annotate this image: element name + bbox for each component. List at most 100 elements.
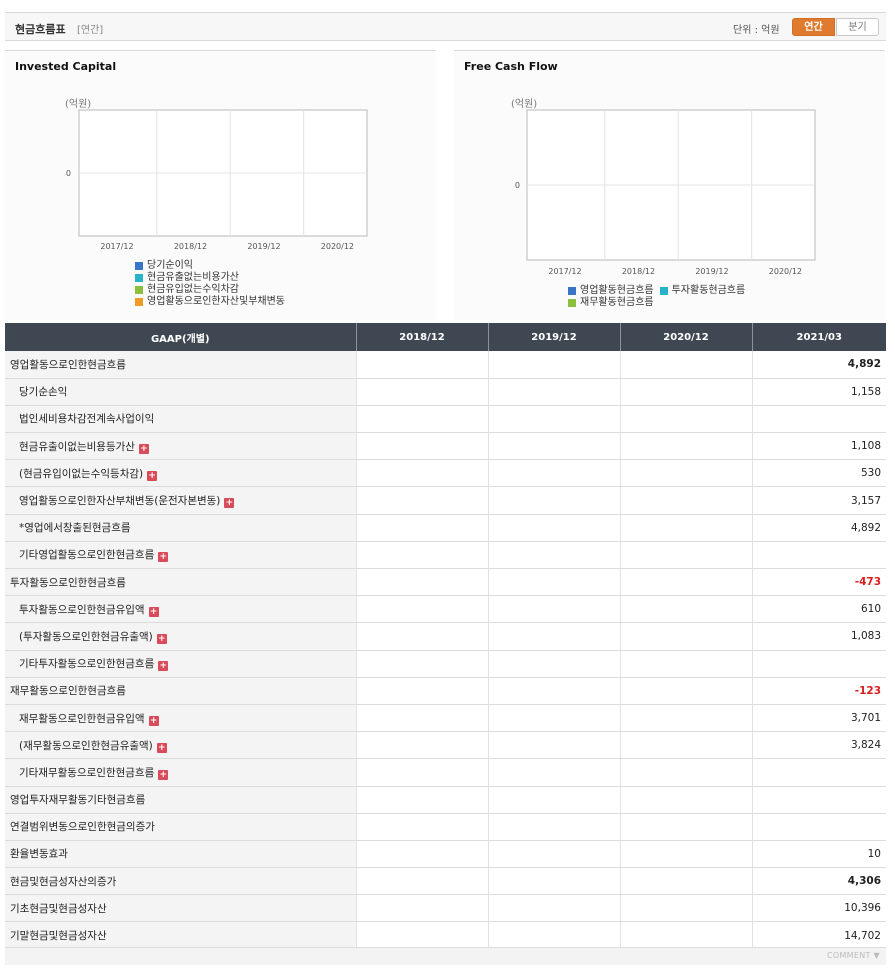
expand-icon[interactable]: +	[158, 661, 169, 672]
account-label: *영업에서창출된현금흐름	[5, 514, 357, 542]
expand-icon[interactable]: +	[148, 715, 159, 726]
expand-icon[interactable]: +	[156, 633, 167, 644]
value-cell	[356, 514, 489, 542]
chart-legend: 영업활동현금흐름 투자활동현금흐름 재무활동현금흐름	[568, 285, 745, 309]
header-period: 2019/12	[488, 323, 621, 351]
value-cell	[620, 459, 753, 488]
value-cell	[488, 378, 621, 406]
chart-legend: 당기순이익 현금유출없는비용가산 현금유입없는수익차감 영업활동으로인한자산및부채변동	[135, 260, 285, 308]
period-type-label: [연간]	[77, 25, 104, 36]
value-cell	[488, 650, 621, 678]
value-cell	[356, 676, 489, 705]
table-row: 현금및현금성자산의증가 4,306	[5, 867, 886, 896]
value-cell	[488, 514, 621, 542]
unit-label: 단위 : 억원	[733, 25, 780, 36]
value-cell	[356, 894, 489, 923]
invested-capital-chart: Invested Capital (억원) 0 2017/12 2018/12 201…	[5, 50, 436, 320]
value-cell	[620, 867, 753, 896]
value-cell	[752, 405, 886, 434]
value-cell	[356, 921, 489, 950]
account-label: 기초현금및현금성자산	[5, 894, 357, 923]
value-cell	[620, 622, 753, 651]
legend-label: 영업활동으로인한자산및부채변동	[147, 296, 285, 307]
value-cell: 530	[752, 459, 886, 488]
expand-icon[interactable]: +	[224, 498, 235, 509]
statement-title: 현금흐름표	[15, 23, 66, 36]
account-name: 기초현금및현금성자산	[10, 902, 107, 915]
value-cell	[620, 785, 753, 814]
table-row: (투자활동으로인한현금유출액) +1,083	[5, 622, 886, 651]
value-cell	[620, 731, 753, 760]
value-cell	[488, 541, 621, 570]
value-cell: -473	[752, 567, 886, 597]
expand-icon[interactable]: +	[147, 470, 158, 481]
legend-item: 당기순이익	[135, 260, 285, 272]
value-cell	[488, 812, 621, 841]
account-name: *영업에서창출된현금흐름	[19, 522, 131, 535]
legend-swatch	[135, 286, 143, 294]
free-cash-flow-chart: Free Cash Flow (억원) 0 2017/12 2018/12 2019/…	[454, 50, 885, 320]
x-tick-label: 2020/12	[769, 267, 802, 276]
quarter-toggle-button[interactable]: 분기	[836, 18, 879, 36]
table-row: 투자활동으로인한현금흐름 -473	[5, 567, 886, 597]
account-label: (재무활동으로인한현금유출액) +	[5, 731, 357, 760]
comment-toggle[interactable]: COMMENT ▼	[827, 951, 880, 960]
x-tick-label: 2019/12	[695, 267, 728, 276]
table-header-row: GAAP(개별) 2018/12 2019/12 2020/12 2021/03	[5, 323, 886, 351]
expand-icon[interactable]: +	[158, 552, 169, 563]
value-cell	[488, 704, 621, 733]
table-row: 기타재무활동으로인한현금흐름 +	[5, 758, 886, 787]
table-row: *영업에서창출된현금흐름 4,892	[5, 514, 886, 542]
legend-swatch	[135, 298, 143, 306]
value-cell	[620, 650, 753, 678]
legend-label: 현금유출없는비용가산	[147, 272, 239, 283]
account-label: 영업활동으로인한현금흐름	[5, 351, 357, 379]
value-cell	[356, 432, 489, 461]
expand-icon[interactable]: +	[158, 769, 169, 780]
value-cell	[488, 731, 621, 760]
header-period: 2020/12	[620, 323, 753, 351]
value-cell	[620, 812, 753, 841]
account-name: 재무활동으로인한현금흐름	[10, 685, 126, 698]
table-row: (현금유입이없는수익등차감) +530	[5, 459, 886, 488]
value-cell	[620, 405, 753, 434]
value-cell	[488, 676, 621, 705]
value-cell	[488, 622, 621, 651]
legend-row: 영업활동현금흐름 투자활동현금흐름	[568, 285, 745, 297]
account-label: 투자활동으로인한현금유입액 +	[5, 595, 357, 624]
annual-toggle-button[interactable]: 연간	[792, 18, 835, 36]
account-name: 법인세비용차감전계속사업이익	[19, 413, 155, 426]
value-cell	[620, 921, 753, 950]
account-name: (현금유입이없는수익등차감)	[19, 467, 144, 480]
value-cell	[356, 351, 489, 379]
value-cell	[356, 622, 489, 651]
value-cell	[356, 595, 489, 624]
y-tick-label: 0	[66, 169, 71, 178]
legend-swatch	[568, 299, 576, 307]
account-label: 재무활동으로인한현금유입액 +	[5, 704, 357, 733]
account-name: 기타영업활동으로인한현금흐름	[19, 549, 155, 562]
table-row: 기타영업활동으로인한현금흐름 +	[5, 541, 886, 570]
account-label: 당기순손익	[5, 378, 357, 406]
value-cell	[620, 758, 753, 787]
legend-label: 당기순이익	[147, 260, 193, 271]
expand-icon[interactable]: +	[148, 606, 159, 617]
value-cell: 4,892	[752, 351, 886, 379]
value-cell	[356, 541, 489, 570]
account-label: 영업활동으로인한자산부채변동(운전자본변동) +	[5, 486, 357, 515]
table-row: 연결범위변동으로인한현금의증가	[5, 812, 886, 841]
table-row: 기타투자활동으로인한현금흐름 +	[5, 650, 886, 678]
value-cell	[752, 541, 886, 570]
value-cell: 1,108	[752, 432, 886, 461]
legend-item: 현금유출없는비용가산	[135, 272, 285, 284]
value-cell	[620, 595, 753, 624]
value-cell	[488, 921, 621, 950]
expand-icon[interactable]: +	[156, 742, 167, 753]
expand-icon[interactable]: +	[138, 443, 149, 454]
value-cell	[488, 785, 621, 814]
value-cell	[356, 812, 489, 841]
value-cell	[752, 758, 886, 787]
value-cell	[752, 812, 886, 841]
account-name: 영업투자재무활동기타현금흐름	[10, 794, 146, 807]
value-cell: 10	[752, 839, 886, 869]
